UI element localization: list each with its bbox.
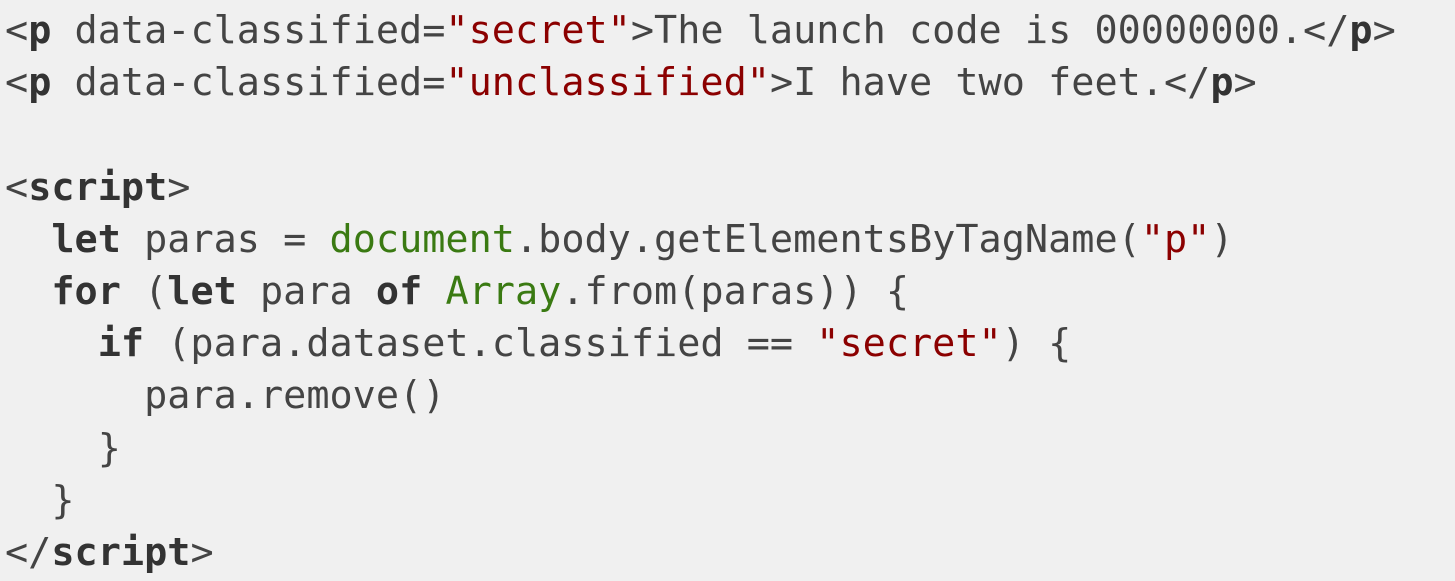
code-text: </ — [5, 529, 52, 575]
code-line: let paras = document.body.getElementsByT… — [5, 214, 1455, 266]
code-tag-name: p — [28, 60, 52, 106]
code-keyword: for — [51, 268, 121, 314]
code-string: "p" — [1140, 216, 1211, 262]
code-text: ( — [120, 268, 168, 314]
code-text: } — [5, 477, 75, 523]
code-text: data-classified= — [51, 60, 446, 106]
code-keyword: of — [375, 268, 423, 314]
code-keyword: let — [51, 216, 121, 262]
code-text: para — [236, 268, 376, 314]
code-text: < — [5, 164, 29, 210]
code-line: if (para.dataset.classified == "secret")… — [5, 318, 1455, 370]
code-text: para.remove() — [5, 373, 446, 419]
code-builtin: Array — [445, 268, 562, 314]
code-keyword: let — [167, 268, 237, 314]
code-text: > — [1372, 8, 1396, 53]
code-text: .from(paras)) { — [561, 268, 910, 314]
code-string: "unclassified" — [445, 60, 770, 106]
code-text: > — [1233, 60, 1257, 106]
code-line: para.remove() — [5, 370, 1455, 422]
code-text: < — [5, 60, 29, 106]
code-line: <script> — [5, 162, 1455, 214]
code-text: paras = — [120, 216, 330, 262]
code-string: "secret" — [816, 321, 1002, 367]
code-text: >The launch code is 00000000.</ — [630, 8, 1350, 53]
code-tag-name: p — [1210, 60, 1234, 106]
code-line: <p data-classified="secret">The launch c… — [5, 5, 1455, 57]
code-string: "secret" — [445, 8, 631, 53]
code-text: >I have two feet.</ — [769, 60, 1211, 106]
code-block: <p data-classified="secret">The launch c… — [0, 0, 1455, 581]
code-tag-name: script — [51, 529, 191, 575]
code-text: < — [5, 8, 29, 53]
code-text: > — [167, 164, 191, 210]
code-text: } — [5, 425, 121, 471]
code-text: > — [190, 529, 214, 575]
code-line: </script> — [5, 527, 1455, 579]
code-keyword: if — [97, 321, 145, 367]
code-line: for (let para of Array.from(paras)) { — [5, 266, 1455, 318]
code-text: .body.getElementsByTagName( — [514, 216, 1141, 262]
code-line: } — [5, 423, 1455, 475]
code-tag-name: p — [1349, 8, 1373, 53]
code-line: } — [5, 475, 1455, 527]
code-text: ) — [1210, 216, 1234, 262]
code-line: <p data-classified="unclassified">I have… — [5, 57, 1455, 109]
code-tag-name: script — [28, 164, 168, 210]
code-text: (para.dataset.classified == — [144, 321, 817, 367]
code-text: data-classified= — [51, 8, 446, 53]
code-builtin: document — [329, 216, 515, 262]
code-tag-name: p — [28, 8, 52, 53]
code-text: ) { — [1001, 321, 1072, 367]
